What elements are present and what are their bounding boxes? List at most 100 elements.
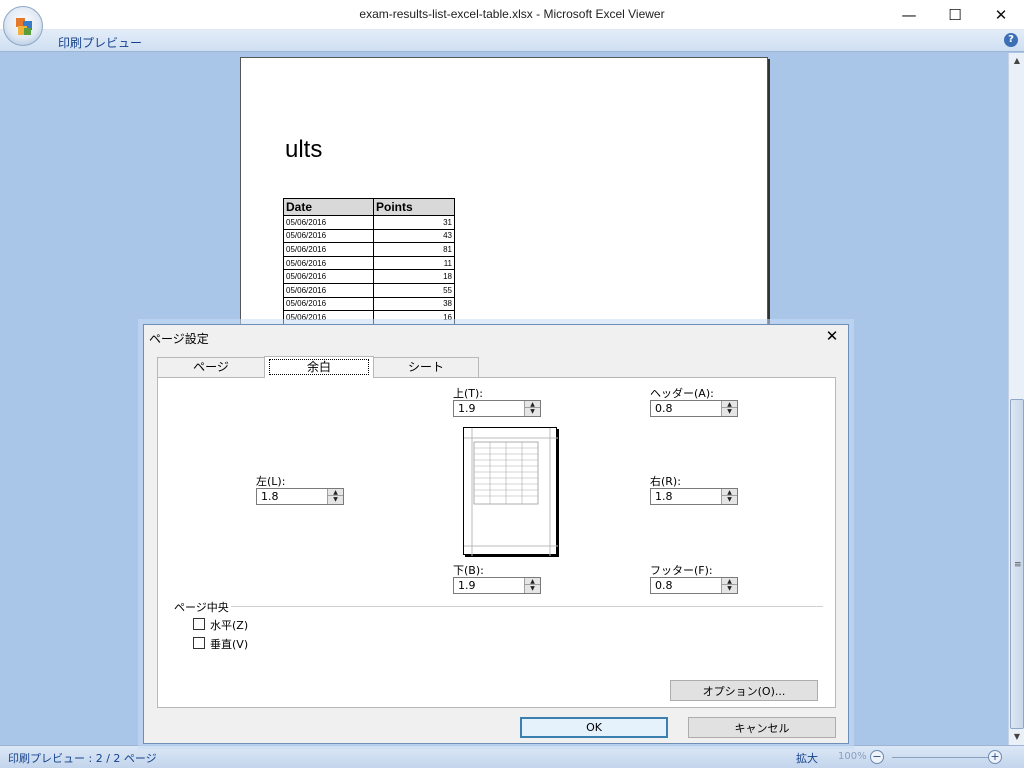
- zoom-label[interactable]: 拡大: [796, 750, 818, 766]
- status-bar: 印刷プレビュー : 2 / 2 ページ 拡大 100% − +: [0, 745, 1024, 768]
- left-margin-input[interactable]: [257, 489, 327, 504]
- table-cell-date: 05/06/2016: [283, 255, 374, 271]
- right-margin-spinner[interactable]: ▲▼: [650, 488, 738, 505]
- table-cell-points: 43: [373, 228, 455, 244]
- cancel-button[interactable]: キャンセル: [688, 717, 836, 738]
- table-header-date: Date: [283, 198, 374, 216]
- center-on-page-label: ページ中央: [174, 601, 229, 614]
- dialog-title: ページ設定: [149, 332, 209, 346]
- table-cell-date: 05/06/2016: [283, 296, 374, 312]
- results-table: Date Points 05/06/2016 31 05/06/2016 43 05/0…: [283, 198, 455, 325]
- header-margin-input[interactable]: [651, 401, 721, 416]
- bottom-margin-label: 下(B):: [453, 564, 484, 577]
- footer-margin-input[interactable]: [651, 578, 721, 593]
- left-margin-down-icon[interactable]: ▼: [328, 496, 343, 503]
- bottom-margin-input[interactable]: [454, 578, 524, 593]
- top-margin-down-icon[interactable]: ▼: [525, 408, 540, 415]
- bottom-margin-spinner[interactable]: ▲▼: [453, 577, 541, 594]
- center-vertical-label[interactable]: 垂直(V): [210, 636, 248, 652]
- maximize-button[interactable]: ☐: [932, 0, 978, 30]
- zoom-value[interactable]: 100%: [838, 751, 867, 762]
- table-row: 05/06/2016 55: [283, 282, 455, 298]
- footer-margin-label: フッター(F):: [650, 564, 713, 577]
- dialog-close-button[interactable]: ✕: [822, 327, 842, 345]
- center-horizontal-label[interactable]: 水平(Z): [210, 617, 248, 633]
- help-icon[interactable]: ?: [1004, 33, 1018, 47]
- table-cell-points: 55: [373, 282, 455, 298]
- tab-sheet[interactable]: シート: [373, 357, 479, 377]
- table-row: 05/06/2016 43: [283, 228, 455, 244]
- bottom-margin-up-icon[interactable]: ▲: [525, 578, 540, 585]
- top-margin-input[interactable]: [454, 401, 524, 416]
- table-cell-points: 38: [373, 296, 455, 312]
- right-margin-down-icon[interactable]: ▼: [722, 496, 737, 503]
- table-cell-points: 18: [373, 269, 455, 284]
- footer-margin-spinner[interactable]: ▲▼: [650, 577, 738, 594]
- table-header-points: Points: [373, 198, 455, 216]
- left-margin-spinner[interactable]: ▲▼: [256, 488, 344, 505]
- ribbon: 印刷プレビュー ?: [0, 30, 1024, 52]
- margin-preview-grid-icon: [464, 428, 558, 556]
- center-horizontal-checkbox[interactable]: [193, 618, 205, 630]
- scroll-down-icon[interactable]: ▼: [1009, 729, 1024, 745]
- ok-button[interactable]: OK: [520, 717, 668, 738]
- zoom-slider[interactable]: [892, 757, 988, 758]
- vertical-scrollbar[interactable]: ▲ ≡ ▼: [1008, 53, 1024, 745]
- office-logo-icon: [16, 18, 32, 35]
- close-window-button[interactable]: ✕: [978, 0, 1024, 30]
- table-row: 05/06/2016 11: [283, 255, 455, 271]
- table-cell-points: 16: [373, 310, 455, 325]
- minimize-button[interactable]: —: [886, 0, 932, 30]
- top-margin-label: 上(T):: [453, 387, 484, 400]
- tab-page-label: ページ: [193, 360, 229, 374]
- right-margin-up-icon[interactable]: ▲: [722, 489, 737, 496]
- table-cell-date: 05/06/2016: [283, 269, 374, 284]
- center-vertical-checkbox[interactable]: [193, 637, 205, 649]
- table-cell-points: 11: [373, 255, 455, 271]
- zoom-in-icon[interactable]: +: [988, 750, 1002, 764]
- margins-panel: 上(T): ▲▼ ヘッダー(A): ▲▼ 左(L): ▲▼ 右(R): ▲▼: [157, 377, 836, 708]
- table-row: 05/06/2016 16: [283, 310, 455, 325]
- footer-margin-down-icon[interactable]: ▼: [722, 585, 737, 592]
- top-margin-spinner[interactable]: ▲▼: [453, 400, 541, 417]
- table-cell-points: 31: [373, 215, 455, 230]
- tab-page[interactable]: ページ: [157, 357, 265, 377]
- section-divider: [231, 606, 823, 607]
- tab-margins-label: 余白: [306, 360, 331, 374]
- scroll-up-icon[interactable]: ▲: [1009, 53, 1024, 69]
- office-button[interactable]: [3, 6, 43, 46]
- window-title: exam-results-list-excel-table.xlsx - Mic…: [359, 7, 665, 21]
- header-margin-down-icon[interactable]: ▼: [722, 408, 737, 415]
- page-title-fragment: ults: [285, 136, 323, 163]
- table-row: 05/06/2016 18: [283, 269, 455, 284]
- margin-preview: [463, 427, 558, 556]
- zoom-out-icon[interactable]: −: [870, 750, 884, 764]
- status-page-indicator: 印刷プレビュー : 2 / 2 ページ: [8, 752, 157, 765]
- header-margin-label: ヘッダー(A):: [650, 387, 714, 400]
- table-row: 05/06/2016 31: [283, 215, 455, 230]
- ribbon-tab-print-preview[interactable]: 印刷プレビュー: [58, 34, 142, 51]
- tab-margins[interactable]: 余白: [264, 356, 374, 378]
- bottom-margin-down-icon[interactable]: ▼: [525, 585, 540, 592]
- header-margin-spinner[interactable]: ▲▼: [650, 400, 738, 417]
- right-margin-label: 右(R):: [650, 475, 681, 488]
- left-margin-label: 左(L):: [256, 475, 286, 488]
- table-cell-date: 05/06/2016: [283, 228, 374, 244]
- tab-sheet-label: シート: [407, 360, 444, 374]
- table-cell-date: 05/06/2016: [283, 242, 374, 257]
- right-margin-input[interactable]: [651, 489, 721, 504]
- footer-margin-up-icon[interactable]: ▲: [722, 578, 737, 585]
- table-cell-date: 05/06/2016: [283, 282, 374, 298]
- scroll-thumb[interactable]: ≡: [1010, 399, 1024, 729]
- scroll-grip-icon: ≡: [1014, 560, 1022, 570]
- table-cell-date: 05/06/2016: [283, 310, 374, 325]
- top-margin-up-icon[interactable]: ▲: [525, 401, 540, 408]
- table-cell-date: 05/06/2016: [283, 215, 374, 230]
- table-row: 05/06/2016 38: [283, 296, 455, 312]
- title-bar: exam-results-list-excel-table.xlsx - Mic…: [0, 0, 1024, 30]
- header-margin-up-icon[interactable]: ▲: [722, 401, 737, 408]
- left-margin-up-icon[interactable]: ▲: [328, 489, 343, 496]
- table-cell-points: 81: [373, 242, 455, 257]
- table-row: 05/06/2016 81: [283, 242, 455, 257]
- options-button[interactable]: オプション(O)...: [670, 680, 818, 701]
